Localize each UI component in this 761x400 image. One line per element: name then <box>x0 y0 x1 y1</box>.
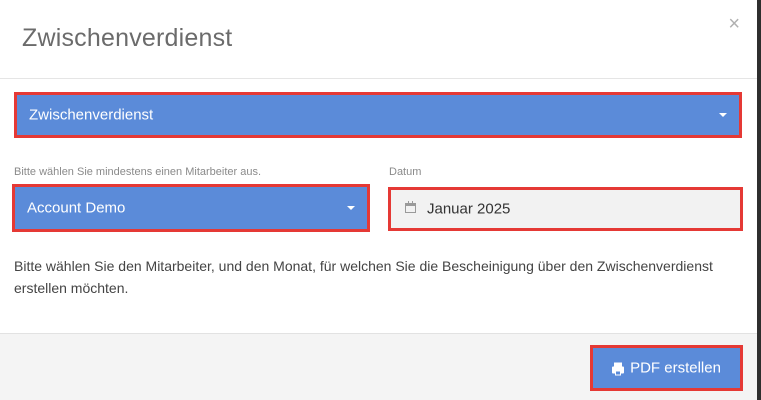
modal-dialog: Zwischenverdienst × Zwischenverdienst Bi… <box>0 0 761 400</box>
employee-label: Bitte wählen Sie mindestens einen Mitarb… <box>14 166 262 178</box>
pdf-button-highlight <box>590 345 743 391</box>
date-label: Datum <box>389 166 422 178</box>
report-type-highlight <box>14 92 742 138</box>
close-icon[interactable]: × <box>728 14 740 34</box>
description-text: Bitte wählen Sie den Mitarbeiter, und de… <box>14 258 713 296</box>
modal-footer: PDF erstellen <box>0 333 757 400</box>
date-highlight <box>388 187 743 231</box>
modal-title: Zwischenverdienst <box>22 24 233 52</box>
modal-header: Zwischenverdienst × <box>0 0 757 79</box>
employee-highlight <box>12 184 370 232</box>
